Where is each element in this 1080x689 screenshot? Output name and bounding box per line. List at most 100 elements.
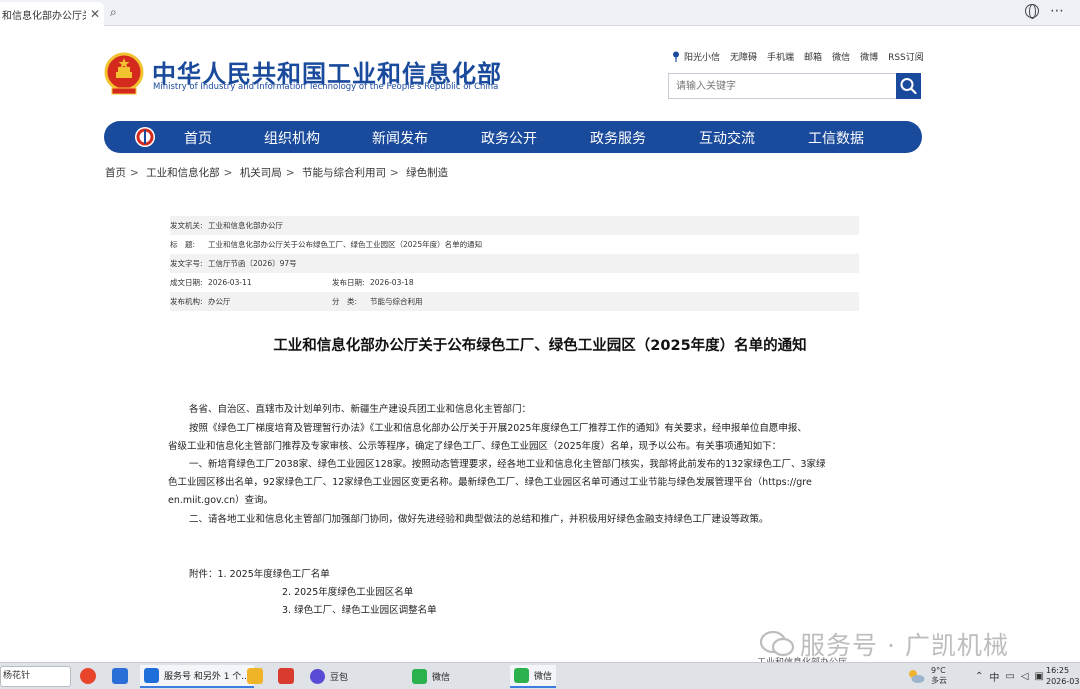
document-paragraph: 二、请各地工业和信息化主管部门加强部门协同，做好先进经验和典型做法的总结和推广，…	[189, 514, 769, 525]
system-tray: ⌃ 中 ▭ ◁ ▣	[975, 669, 1050, 684]
watermark-text: 服务号 · 广凯机械	[800, 631, 1009, 660]
top-link-rss[interactable]: RSS订阅	[888, 50, 924, 63]
ministry-logo-icon	[135, 127, 155, 147]
taskbar-app-label: 微信	[432, 673, 451, 683]
main-nav: 首页 组织机构 新闻发布 政务公开 政务服务 互动交流 工信数据	[104, 121, 922, 153]
clock-date: 2026-03	[1046, 677, 1080, 686]
info-value: 工业和信息化部办公厅	[208, 221, 283, 230]
info-value: 2026-03-18	[370, 278, 414, 287]
search-icon	[900, 78, 917, 95]
taskbar-app-browser[interactable]: 服务号 和另外 1 个...	[140, 665, 254, 688]
attachment-link[interactable]: 2. 2025年度绿色工业园区名单	[282, 584, 413, 598]
chevron-up-icon[interactable]: ⌃	[975, 671, 983, 682]
ime-indicator[interactable]: 中	[989, 669, 999, 684]
breadcrumb-home[interactable]: 首页	[105, 167, 126, 179]
nav-item-government-affairs[interactable]: 政务公开	[481, 128, 537, 148]
breadcrumb-departments[interactable]: 机关司局	[240, 167, 282, 179]
taskbar-app-label: 服务号 和另外 1 个...	[164, 672, 250, 682]
taskbar-app-wechat-2[interactable]: 微信	[510, 665, 557, 688]
taskbar-app-wechat[interactable]: 微信	[408, 665, 454, 688]
info-row-docno: 发文字号: 工信厅节函〔2026〕97号	[170, 254, 859, 273]
document-info-table: 发文机关: 工业和信息化部办公厅 标 题: 工业和信息化部办公厅关于公布绿色工厂…	[170, 216, 859, 311]
info-label: 发文字号:	[170, 259, 203, 268]
info-value: 2026-03-11	[208, 278, 252, 287]
top-link-weibo[interactable]: 微博	[860, 50, 878, 63]
nav-item-news[interactable]: 新闻发布	[372, 128, 428, 148]
nav-item-services[interactable]: 政务服务	[590, 128, 646, 148]
info-row-org: 发布机构: 办公厅 分 类: 节能与综合利用	[170, 292, 859, 311]
task-view-icon[interactable]	[112, 668, 128, 684]
weather-desc: 多云	[931, 676, 947, 685]
browser-toolbar: 和信息化部办公厅关于公 ✕ ⌕ ⋯	[0, 0, 1080, 26]
tab-title: 和信息化部办公厅关于公	[2, 10, 86, 22]
top-link-wechat[interactable]: 微信	[832, 50, 850, 63]
app-icon[interactable]	[80, 668, 96, 684]
edge-browser-icon	[144, 668, 159, 683]
wechat-icon	[412, 669, 427, 684]
browser-tab[interactable]: 和信息化部办公厅关于公 ✕	[0, 2, 104, 26]
attachment-link[interactable]: 附件：1. 2025年度绿色工厂名单	[189, 566, 330, 580]
info-value: 工业和信息化部办公厅关于公布绿色工厂、绿色工业园区（2025年度）名单的通知	[208, 240, 483, 249]
info-label: 标 题:	[170, 240, 196, 249]
top-link-mobile[interactable]: 手机端	[767, 50, 794, 63]
attachment-link[interactable]: 3. 绿色工厂、绿色工业园区调整名单	[282, 602, 437, 616]
info-value: 节能与综合利用	[370, 297, 423, 306]
breadcrumb-ministry[interactable]: 工业和信息化部	[146, 167, 220, 179]
search-button[interactable]	[896, 73, 921, 99]
top-link-accessibility[interactable]: 无障碍	[730, 50, 757, 63]
notification-icon[interactable]: ▣	[1035, 671, 1044, 682]
taskbar: 杨花针 服务号 和另外 1 个... 豆包 微信 微信 9°C 多云 ⌃ 中 ▭…	[0, 662, 1080, 689]
nav-item-home[interactable]: 首页	[184, 128, 212, 148]
info-value: 办公厅	[208, 297, 231, 306]
info-value: 工信厅节函〔2026〕97号	[208, 259, 297, 268]
top-link-mail[interactable]: 邮箱	[804, 50, 822, 63]
globe-icon[interactable]	[1025, 4, 1039, 19]
info-label: 发布机构:	[170, 297, 203, 306]
top-links: 阳光小信 无障碍 手机端 邮箱 微信 微博 RSS订阅	[672, 50, 934, 63]
cloudy-sun-icon	[909, 670, 925, 683]
site-subtitle: Ministry of Industry and Information Tec…	[153, 82, 499, 92]
file-explorer-icon[interactable]	[247, 668, 263, 684]
info-label: 成文日期:	[170, 278, 203, 287]
nav-item-data[interactable]: 工信数据	[808, 128, 864, 148]
taskbar-search[interactable]: 杨花针	[0, 666, 71, 687]
breadcrumb: 首页 > 工业和信息化部 > 机关司局 > 节能与综合利用司 > 绿色制造	[105, 167, 449, 179]
document-paragraph: 色工业园区移出名单，92家绿色工厂、12家绿色工业园区变更名称。最新绿色工厂、绿…	[168, 477, 812, 488]
close-icon[interactable]: ✕	[90, 7, 100, 21]
site-search	[668, 73, 897, 99]
network-icon[interactable]: ▭	[1005, 671, 1014, 682]
document-paragraph: en.miit.gov.cn）查询。	[168, 495, 274, 506]
document-salutation: 各省、自治区、直辖市及计划单列市、新疆生产建设兵团工业和信息化主管部门：	[189, 404, 532, 415]
weather-temp: 9°C	[931, 666, 946, 675]
info-row-issuer: 发文机关: 工业和信息化部办公厅	[170, 216, 859, 235]
taskbar-app-label: 豆包	[330, 673, 349, 683]
national-emblem-icon	[104, 52, 144, 95]
watermark: 服务号 · 广凯机械	[760, 626, 1009, 662]
nav-item-organization[interactable]: 组织机构	[264, 128, 320, 148]
info-label: 发布日期:	[332, 278, 365, 287]
search-input[interactable]	[669, 74, 896, 99]
location-pin-icon	[673, 51, 679, 62]
info-row-dates: 成文日期: 2026-03-11 发布日期: 2026-03-18	[170, 273, 859, 292]
wps-icon[interactable]	[278, 668, 294, 684]
wechat-icon	[514, 668, 529, 683]
taskbar-app-doubao[interactable]: 豆包	[306, 665, 352, 688]
nav-item-interaction[interactable]: 互动交流	[699, 128, 755, 148]
chat-bubbles-icon	[760, 630, 794, 657]
doubao-icon	[310, 669, 325, 684]
document-paragraph: 省级工业和信息化主管部门推荐及专家审核、公示等程序，确定了绿色工厂、绿色工业园区…	[168, 441, 782, 452]
info-label: 分 类:	[332, 297, 358, 306]
breadcrumb-green-manufacturing[interactable]: 绿色制造	[406, 167, 448, 179]
document-paragraph: 一、新培育绿色工厂2038家、绿色工业园区128家。按照动态管理要求，经各地工业…	[189, 459, 826, 470]
top-link-sunshine[interactable]: 阳光小信	[684, 50, 720, 63]
document-paragraph: 按照《绿色工厂梯度培育及管理暂行办法》《工业和信息化部办公厅关于开展2025年度…	[189, 423, 807, 434]
clock[interactable]: 16:25 2026-03	[1046, 665, 1079, 687]
more-icon[interactable]: ⋯	[1050, 3, 1064, 19]
taskbar-app-label: 微信	[534, 672, 553, 682]
weather-widget[interactable]: 9°C 多云	[907, 666, 947, 686]
breadcrumb-energy-saving-dept[interactable]: 节能与综合利用司	[302, 167, 386, 179]
volume-icon[interactable]: ◁	[1021, 671, 1029, 682]
search-icon[interactable]: ⌕	[110, 5, 117, 20]
clock-time: 16:25	[1046, 666, 1070, 675]
info-row-title: 标 题: 工业和信息化部办公厅关于公布绿色工厂、绿色工业园区（2025年度）名单…	[170, 235, 859, 254]
